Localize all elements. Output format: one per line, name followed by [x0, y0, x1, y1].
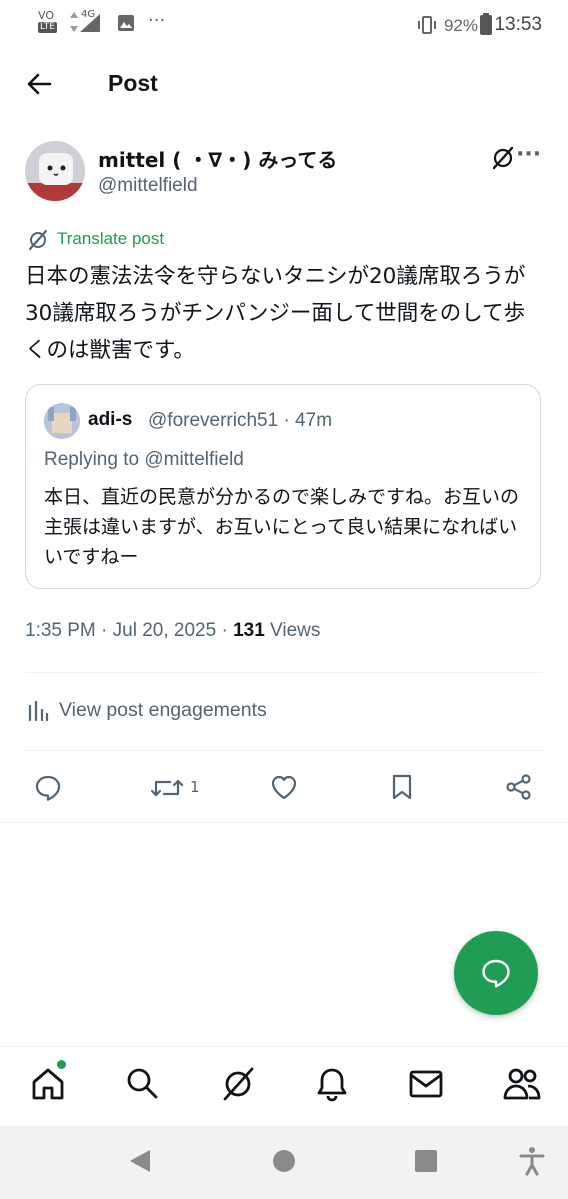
quote-replying-to: Replying to @mittelfield: [44, 449, 244, 470]
clock: 13:53: [494, 14, 542, 35]
quote-name: adi-s: [88, 409, 133, 430]
mail-icon[interactable]: [408, 1069, 444, 1099]
avatar[interactable]: [25, 141, 85, 201]
heart-icon[interactable]: [270, 774, 298, 800]
divider: [0, 822, 568, 823]
divider: [25, 750, 543, 751]
bell-icon[interactable]: [315, 1066, 349, 1102]
quote-avatar: [44, 403, 80, 439]
arrow-left-icon[interactable]: [26, 72, 52, 96]
retweet-icon[interactable]: [150, 775, 184, 801]
retweet-count: 1: [190, 778, 200, 796]
user-handle[interactable]: @mittelfield: [98, 175, 198, 197]
system-home-icon[interactable]: [272, 1149, 296, 1173]
divider: [25, 672, 543, 673]
post-meta: 1:35 PM · Jul 20, 2025 · 131 Views: [25, 620, 320, 642]
network-bottom: LTE: [38, 22, 57, 33]
divider: [0, 1046, 568, 1047]
battery-icon: [480, 13, 492, 35]
view-engagements-link[interactable]: View post engagements: [59, 699, 267, 722]
signal-label: 4G: [81, 9, 96, 20]
search-icon[interactable]: [125, 1066, 159, 1100]
post-text: 日本の憲法法令を守らないタニシが20議席取ろうが30議席取ろうがチンパンジー面し…: [25, 264, 526, 363]
views-count: 131: [233, 620, 265, 641]
reply-icon[interactable]: [34, 774, 62, 802]
network-indicator: VO LTE: [38, 10, 57, 33]
page-title: Post: [108, 70, 158, 96]
notification-dot: [57, 1060, 66, 1069]
system-recents-icon[interactable]: [414, 1149, 438, 1173]
timestamp: 1:35 PM · Jul 20, 2025 ·: [25, 620, 234, 641]
more-notifications-icon: ···: [148, 10, 166, 31]
bookmark-icon[interactable]: [390, 773, 414, 801]
status-bar: VO LTE 4G ··· 92% 13:53: [0, 0, 568, 52]
quote-text: 本日、直近の民意が分かるので楽しみですね。お互いの主張は違いますが、お互いにとっ…: [44, 486, 520, 568]
battery-percent: 92%: [443, 16, 478, 35]
home-icon[interactable]: [30, 1066, 66, 1102]
translate-post-link[interactable]: Translate post: [57, 229, 164, 249]
grok-nav-icon[interactable]: [220, 1066, 256, 1102]
compose-reply-button[interactable]: [454, 931, 538, 1015]
grok-translate-icon: [27, 229, 49, 251]
communities-icon[interactable]: [502, 1066, 542, 1102]
more-options-icon[interactable]: ···: [516, 142, 541, 167]
quote-handle-time: @foreverrich51 · 47m: [148, 410, 333, 431]
network-top: VO: [38, 9, 54, 22]
views-label: Views: [264, 620, 321, 641]
gallery-icon: [117, 14, 135, 32]
vibrate-icon: [416, 14, 438, 36]
accessibility-icon[interactable]: [518, 1146, 546, 1176]
display-name[interactable]: mittel ( ・∇・) みってる: [98, 144, 337, 173]
bar-chart-icon: [27, 700, 49, 722]
share-icon[interactable]: [505, 773, 533, 801]
system-back-icon[interactable]: [128, 1148, 152, 1174]
grok-icon[interactable]: [490, 145, 516, 171]
